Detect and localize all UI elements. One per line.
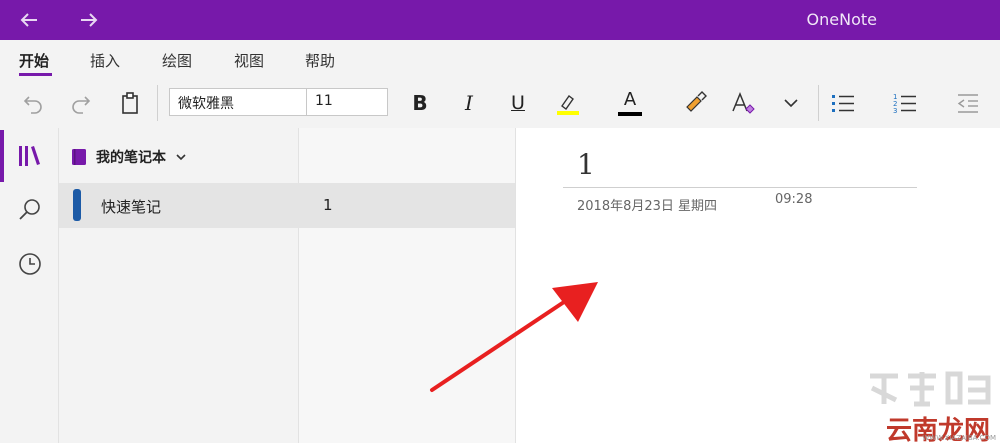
format-painter-button[interactable] bbox=[680, 88, 710, 118]
notebooks-icon bbox=[19, 146, 40, 166]
ribbon-tabs: 开始 插入 绘图 视图 帮助 bbox=[0, 40, 1000, 76]
clock-icon bbox=[19, 253, 41, 275]
forward-button[interactable] bbox=[75, 6, 103, 34]
svg-text:3: 3 bbox=[893, 107, 897, 115]
arrow-right-icon bbox=[81, 13, 98, 27]
more-formatting-button[interactable] bbox=[776, 88, 806, 118]
notebook-icon bbox=[72, 149, 86, 165]
arrow-left-icon bbox=[20, 13, 37, 27]
ribbon: 开始 插入 绘图 视图 帮助 微软雅黑 11 B I U A 123 bbox=[0, 40, 1000, 128]
app-title: OneNote bbox=[806, 10, 877, 29]
sections-pane bbox=[59, 128, 299, 443]
page-title[interactable]: 1 bbox=[577, 148, 595, 181]
section-color-tab bbox=[73, 189, 81, 221]
recent-notes-button[interactable] bbox=[15, 249, 45, 279]
font-color-swatch bbox=[618, 111, 642, 116]
font-size-field[interactable]: 11 bbox=[306, 88, 388, 116]
clipboard-icon bbox=[122, 92, 138, 114]
paste-button[interactable] bbox=[115, 88, 145, 118]
notebook-selector[interactable]: 我的笔记本 bbox=[70, 146, 188, 168]
highlight-button[interactable] bbox=[552, 88, 582, 118]
chevron-down-icon bbox=[784, 99, 798, 108]
bulleted-list-icon bbox=[832, 95, 854, 112]
decrease-indent-button[interactable] bbox=[953, 88, 983, 118]
tab-help[interactable]: 帮助 bbox=[305, 50, 335, 71]
undo-button[interactable] bbox=[18, 88, 48, 118]
underline-button[interactable]: U bbox=[503, 88, 533, 118]
ribbon-divider bbox=[157, 85, 158, 121]
redo-icon bbox=[72, 96, 91, 114]
tab-home[interactable]: 开始 bbox=[19, 50, 49, 71]
notebooks-button[interactable] bbox=[15, 141, 45, 171]
search-icon bbox=[19, 199, 40, 220]
page-date: 2018年8月23日 星期四 bbox=[577, 199, 718, 214]
title-bar: OneNote bbox=[0, 0, 1000, 40]
numbered-list-icon: 123 bbox=[893, 93, 916, 115]
font-color-button[interactable]: A bbox=[615, 88, 645, 118]
search-button[interactable] bbox=[15, 195, 45, 225]
page-list-label: 1 bbox=[323, 196, 333, 214]
clear-format-icon bbox=[732, 92, 755, 114]
undo-icon bbox=[23, 96, 42, 114]
active-tab-indicator bbox=[19, 73, 52, 76]
page-time: 09:28 bbox=[775, 192, 813, 207]
ribbon-divider bbox=[818, 85, 819, 121]
watermark: 云南龙网 WWW.XIAZAIBA.COM bbox=[858, 368, 1000, 446]
numbered-list-button[interactable]: 123 bbox=[890, 88, 920, 118]
title-underline bbox=[563, 187, 917, 188]
section-label: 快速笔记 bbox=[101, 198, 162, 216]
bullet-list-button[interactable] bbox=[828, 88, 858, 118]
italic-button[interactable]: I bbox=[454, 88, 484, 118]
tab-insert[interactable]: 插入 bbox=[90, 50, 120, 71]
watermark-url: WWW.XIAZAIBA.COM bbox=[922, 434, 996, 442]
font-color-label: A bbox=[623, 88, 637, 110]
notebook-name: 我的笔记本 bbox=[96, 150, 166, 166]
section-item-quick-notes[interactable] bbox=[59, 183, 299, 228]
font-name-field[interactable]: 微软雅黑 bbox=[169, 88, 307, 116]
navigation-rail bbox=[0, 128, 59, 443]
outdent-icon bbox=[957, 94, 978, 113]
watermark-logo-icon bbox=[870, 371, 991, 407]
back-button[interactable] bbox=[15, 6, 43, 34]
rail-active-indicator bbox=[0, 130, 4, 182]
tab-draw[interactable]: 绘图 bbox=[162, 50, 192, 71]
chevron-down-icon bbox=[176, 154, 186, 161]
paintbrush-icon bbox=[686, 91, 707, 112]
clear-formatting-button[interactable] bbox=[728, 88, 758, 118]
tab-view[interactable]: 视图 bbox=[234, 50, 264, 71]
redo-button[interactable] bbox=[66, 88, 96, 118]
bold-button[interactable]: B bbox=[405, 88, 435, 118]
annotation-arrow bbox=[430, 282, 598, 392]
highlighter-icon bbox=[557, 95, 579, 115]
